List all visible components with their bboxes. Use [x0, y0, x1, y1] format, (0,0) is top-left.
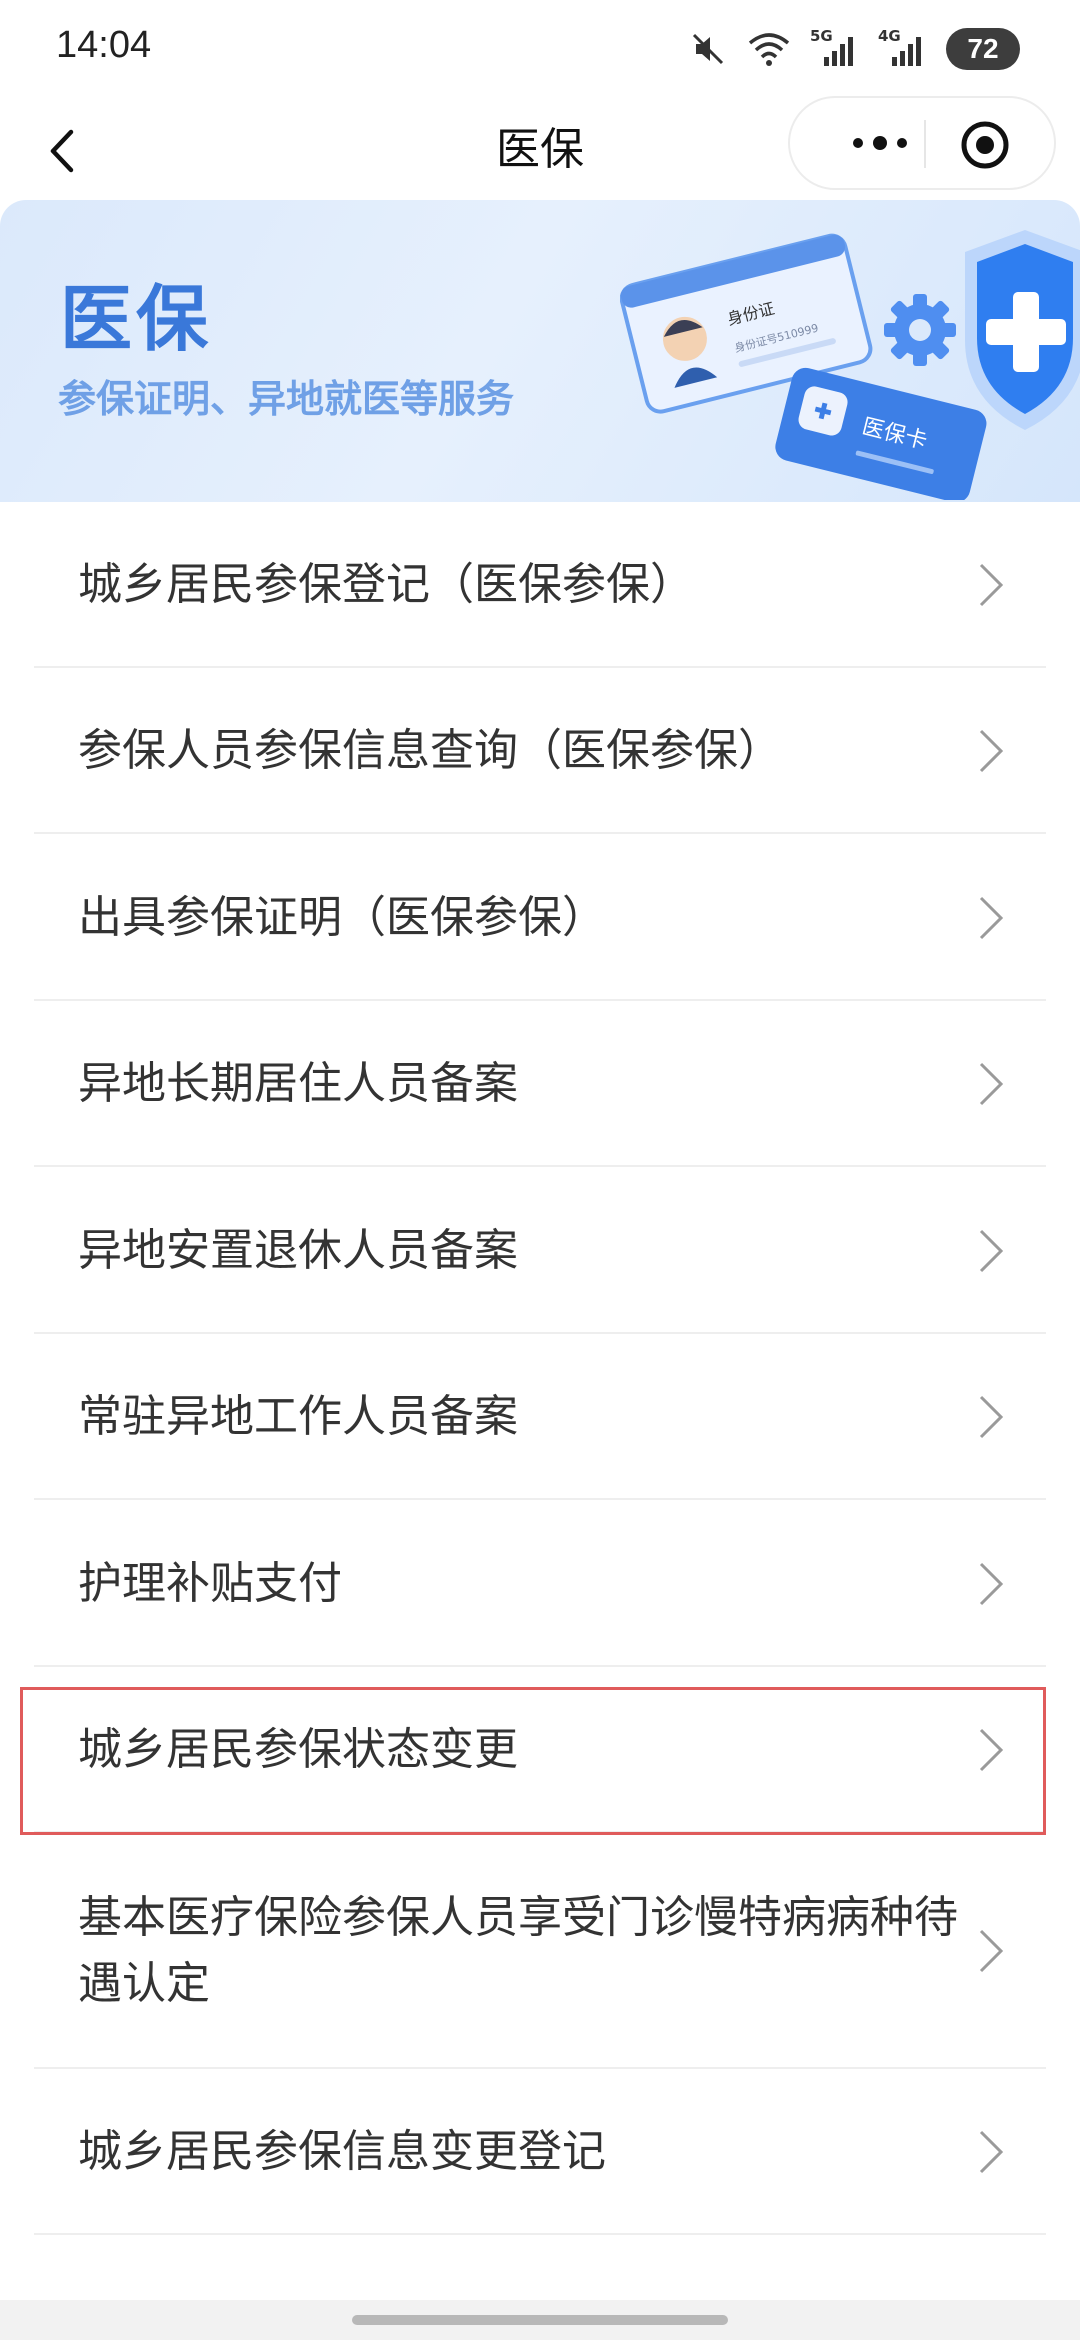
- more-dots-icon-right: [897, 138, 907, 148]
- list-item[interactable]: 护理补贴支付: [0, 1500, 1080, 1667]
- more-button[interactable]: [832, 120, 928, 166]
- list-item-highlighted[interactable]: 城乡居民参保状态变更: [0, 1667, 1080, 1833]
- more-dots-icon-center: [873, 136, 887, 150]
- list-item-label: 基本医疗保险参保人员享受门诊慢特病病种待遇认定: [78, 1892, 958, 2009]
- list-item[interactable]: 城乡居民参保信息变更登记: [0, 2069, 1080, 2235]
- chevron-right-icon: [979, 1229, 1004, 1272]
- chevron-right-icon: [979, 1728, 1004, 1772]
- chevron-right-icon: [979, 1562, 1004, 1605]
- list-item[interactable]: 异地长期居住人员备案: [0, 1001, 1080, 1167]
- close-button[interactable]: [956, 116, 1014, 174]
- list-item-label: 异地长期居住人员备案: [78, 1058, 518, 1109]
- list-item[interactable]: 异地安置退休人员备案: [0, 1167, 1080, 1334]
- chevron-right-icon: [979, 2130, 1004, 2174]
- signal-5g-icon: 5G: [810, 27, 860, 69]
- status-bar: 14:04 5G 4G 72: [0, 0, 1080, 96]
- list-item-label: 常驻异地工作人员备案: [78, 1391, 518, 1442]
- insurance-card-icon: 医保卡: [775, 367, 987, 500]
- list-item[interactable]: 城乡居民参保登记（医保参保）: [0, 502, 1080, 668]
- list-item-label: 出具参保证明（医保参保）: [78, 891, 606, 943]
- list-item[interactable]: 基本医疗保险参保人员享受门诊慢特病病种待遇认定: [0, 1833, 1080, 2069]
- home-indicator[interactable]: [352, 2315, 728, 2325]
- chevron-right-icon: [979, 729, 1004, 773]
- chevron-right-icon: [979, 1929, 1004, 1973]
- list-item-label: 城乡居民参保信息变更登记: [78, 2126, 606, 2177]
- list-item[interactable]: 参保人员参保信息查询（医保参保）: [0, 668, 1080, 834]
- banner-subtitle: 参保证明、异地就医等服务: [58, 377, 515, 421]
- chevron-right-icon: [979, 1062, 1004, 1106]
- status-time: 14:04: [56, 24, 152, 66]
- banner-title: 医保: [60, 277, 213, 361]
- chevron-right-icon: [979, 563, 1004, 607]
- signal-4g-icon: 4G: [878, 27, 928, 69]
- service-banner: 医保 参保证明、异地就医等服务 身份证 身份证号510999 医保卡: [0, 200, 1080, 502]
- wifi-icon: [748, 33, 790, 66]
- list-item-label: 城乡居民参保状态变更: [78, 1724, 518, 1775]
- list-item[interactable]: 出具参保证明（医保参保）: [0, 834, 1080, 1001]
- list-divider: [34, 2233, 1046, 2235]
- gear-icon: [884, 294, 956, 366]
- banner-illustration: 身份证 身份证号510999 医保卡: [620, 230, 1080, 500]
- nav-bar: 医保: [0, 96, 1080, 206]
- capsule-divider: [924, 120, 926, 168]
- list-item-label: 参保人员参保信息查询（医保参保）: [78, 725, 782, 776]
- chevron-right-icon: [979, 1395, 1004, 1439]
- shield-plus-icon: [965, 230, 1080, 430]
- list-item-label: 异地安置退休人员备案: [78, 1224, 518, 1276]
- more-dots-icon: [853, 138, 863, 148]
- mini-program-capsule: [788, 96, 1056, 190]
- network-label-5g: 5G: [810, 27, 833, 45]
- close-target-icon: [961, 121, 1009, 169]
- network-label-4g: 4G: [878, 27, 901, 45]
- list-item-label: 城乡居民参保登记（医保参保）: [78, 559, 694, 610]
- list-item[interactable]: 常驻异地工作人员备案: [0, 1334, 1080, 1500]
- chevron-right-icon: [979, 896, 1004, 939]
- mute-icon: [692, 33, 724, 65]
- status-icons: 5G 4G 72: [688, 27, 1020, 70]
- battery-indicator: 72: [946, 28, 1020, 70]
- list-item-label: 护理补贴支付: [78, 1557, 342, 1609]
- service-list: 城乡居民参保登记（医保参保） 参保人员参保信息查询（医保参保） 出具参保证明（医…: [0, 502, 1080, 2235]
